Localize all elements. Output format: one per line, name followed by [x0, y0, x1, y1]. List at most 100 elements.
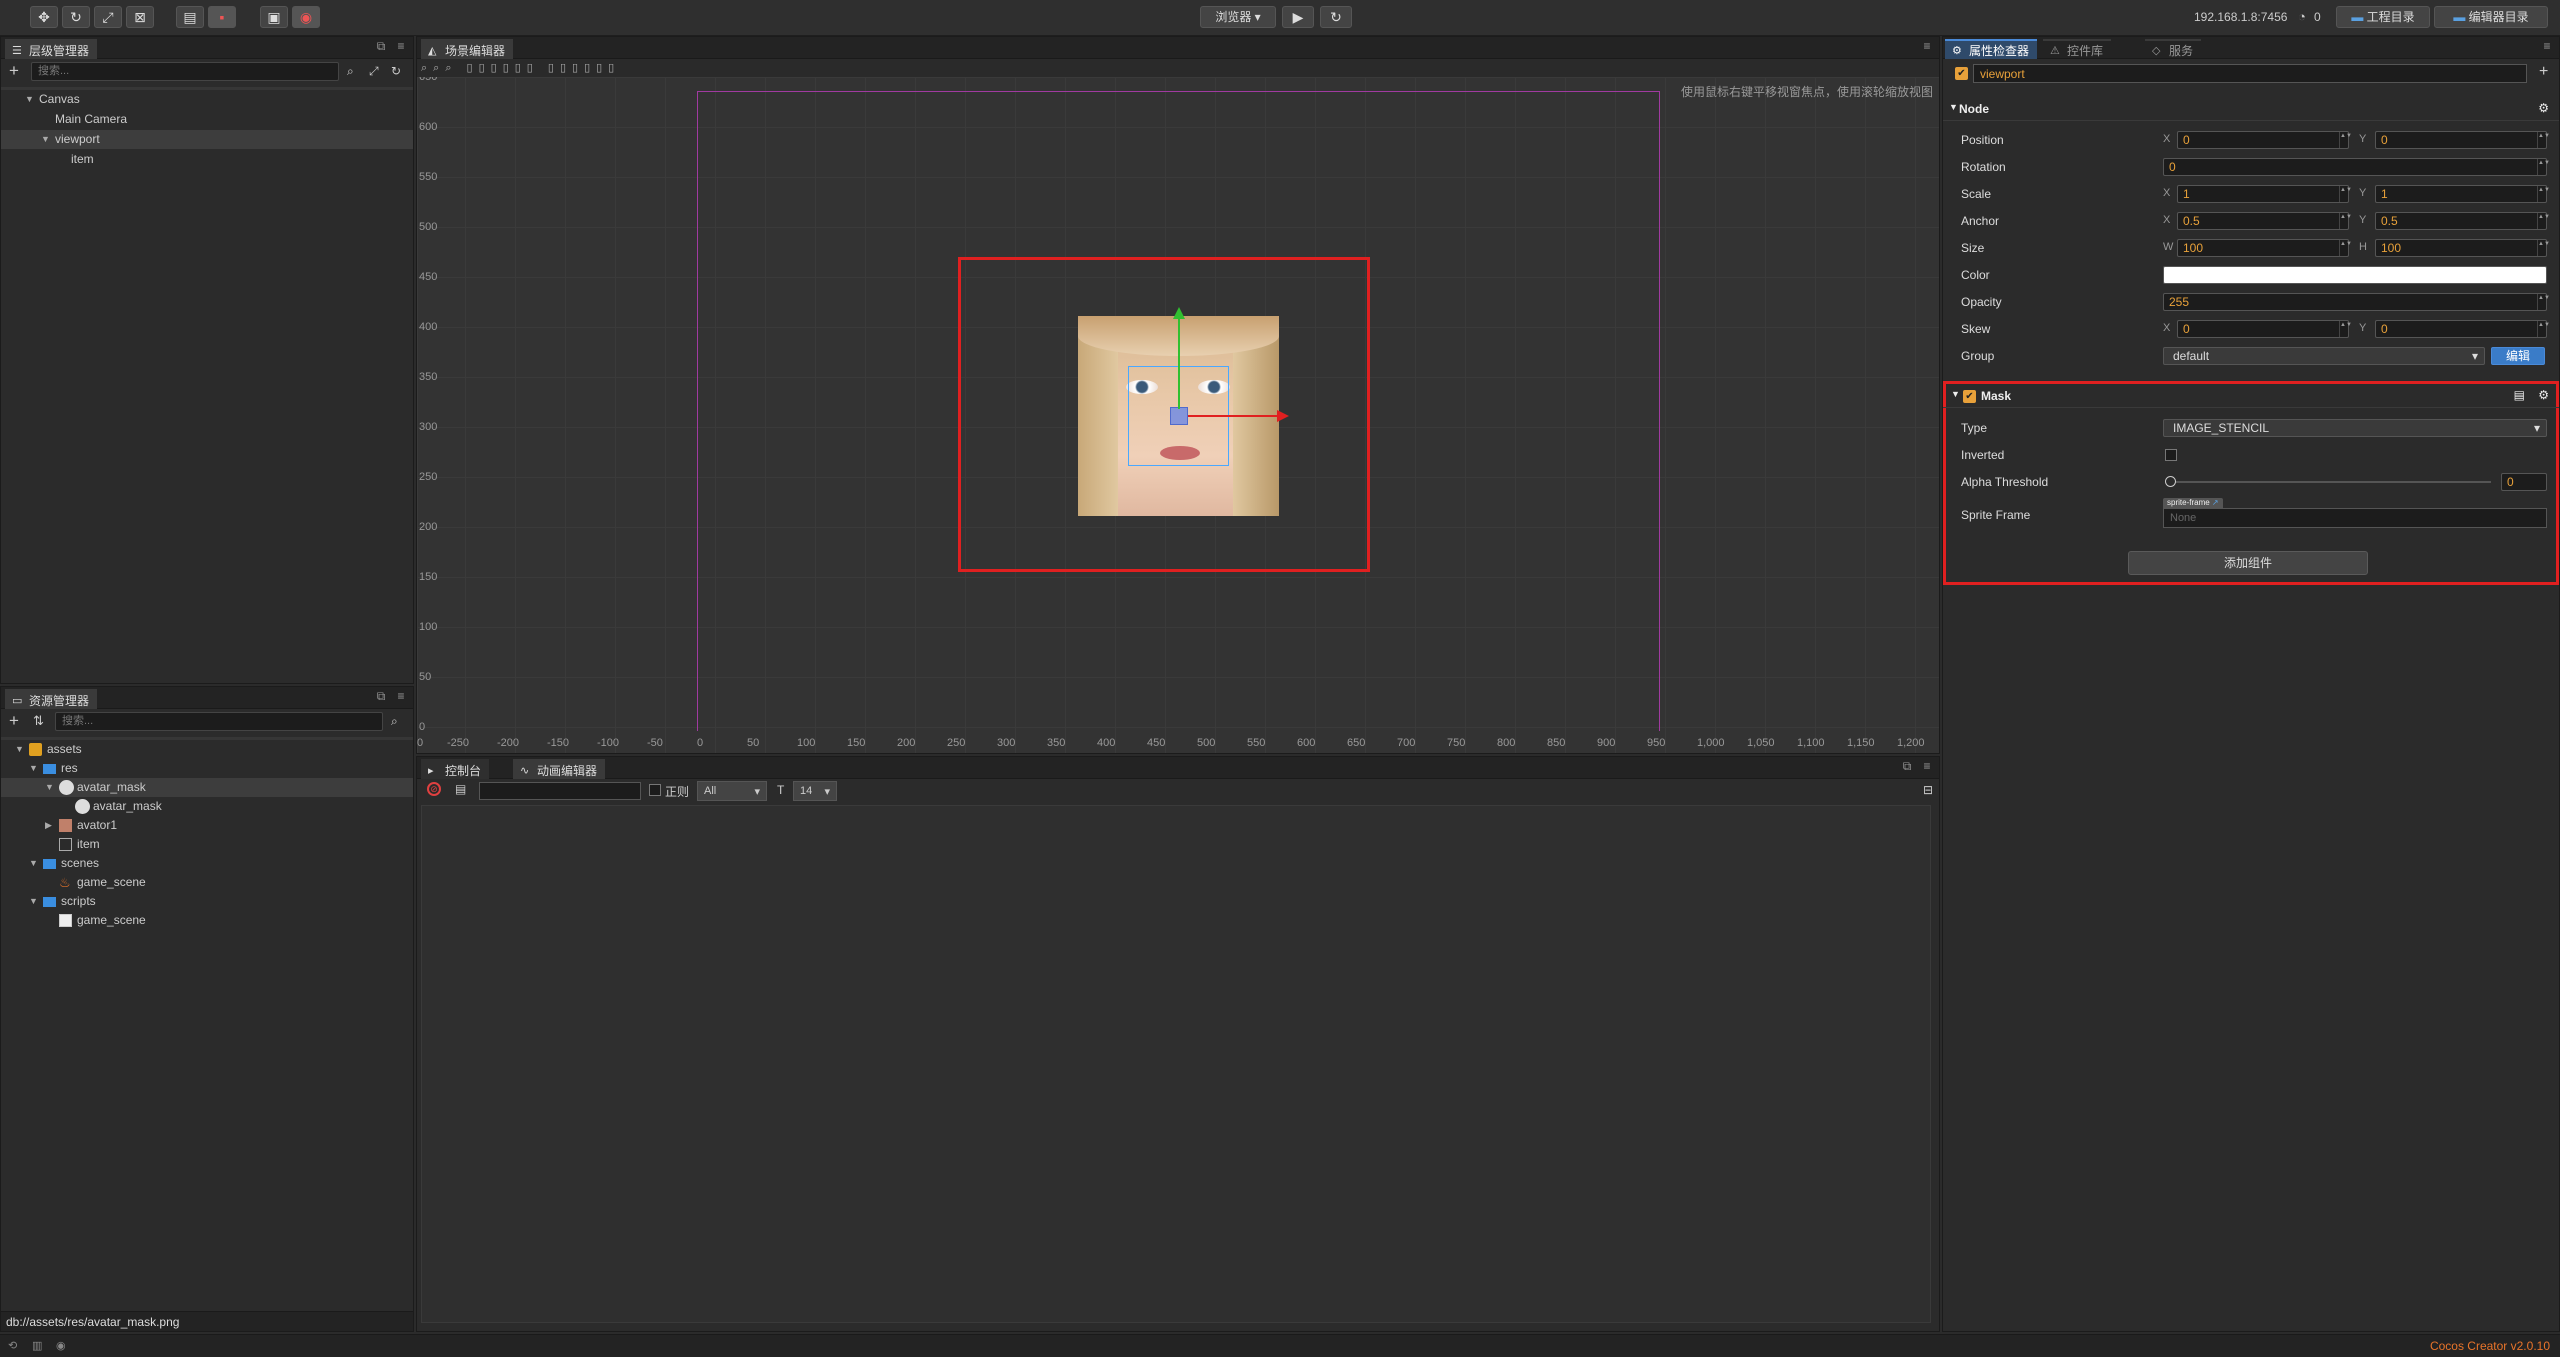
console-log-area[interactable] — [421, 805, 1931, 1323]
add-icon[interactable]: + — [2539, 63, 2548, 81]
spinner-icon[interactable]: ▲▼ — [2537, 294, 2550, 310]
font-size-select[interactable]: 14 ▾ — [793, 781, 837, 801]
global-coord-icon[interactable]: ▪ — [208, 6, 236, 28]
mask-type-select[interactable]: IMAGE_STENCIL ▾ — [2163, 419, 2547, 437]
tab-widgets[interactable]: ⚠ 控件库 — [2043, 39, 2112, 59]
chevron-down-icon[interactable]: ▼ — [29, 854, 41, 873]
play-button[interactable]: ▶ — [1282, 6, 1314, 28]
spinner-icon[interactable]: ▲▼ — [2537, 159, 2550, 175]
anchor-y-input[interactable]: 0.5 ▲▼ — [2375, 212, 2550, 230]
tree-item-avatar-mask[interactable]: ▼ avatar_mask — [1, 778, 413, 797]
spinner-icon[interactable]: ▲▼ — [2537, 321, 2550, 337]
color-picker[interactable] — [2163, 266, 2547, 284]
menu-icon[interactable]: ≡ — [393, 39, 409, 57]
x-axis-gizmo[interactable] — [1188, 415, 1278, 417]
move-gizmo-center[interactable] — [1170, 407, 1188, 425]
size-h-input[interactable]: 100 ▲▼ — [2375, 239, 2550, 257]
add-asset-button[interactable]: + — [9, 711, 19, 731]
console-filter-input[interactable] — [479, 782, 641, 800]
rotation-input[interactable]: 0 ▲▼ — [2163, 158, 2550, 176]
search-icon[interactable]: ⌕ — [347, 64, 354, 79]
group-edit-button[interactable]: 编辑 — [2491, 347, 2545, 365]
tab-hierarchy[interactable]: ☰ 层级管理器 — [5, 39, 98, 59]
tree-item-scripts[interactable]: ▼ scripts — [1, 892, 413, 911]
spinner-icon[interactable]: ▲▼ — [2339, 213, 2352, 229]
scale-tool-icon[interactable]: ⤢ — [94, 6, 122, 28]
menu-icon[interactable]: ≡ — [2539, 39, 2555, 57]
tree-item-item-prefab[interactable]: item — [1, 835, 413, 854]
regex-checkbox[interactable] — [649, 784, 661, 796]
search-icon[interactable]: ⌕ — [391, 714, 398, 729]
node-section-header[interactable]: ▼ Node ⚙ — [1943, 99, 2559, 121]
tree-item-avator1[interactable]: ▶ avator1 — [1, 816, 413, 835]
skew-x-input[interactable]: 0 ▲▼ — [2177, 320, 2352, 338]
link-icon[interactable]: ↗ — [2212, 498, 2219, 507]
chevron-down-icon[interactable]: ▼ — [29, 759, 41, 778]
scale-y-input[interactable]: 1 ▲▼ — [2375, 185, 2550, 203]
chevron-down-icon[interactable]: ▼ — [41, 130, 53, 149]
sort-icon[interactable]: ⇅ — [33, 713, 44, 729]
tree-item-scenes[interactable]: ▼ scenes — [1, 854, 413, 873]
menu-icon[interactable]: ≡ — [1919, 39, 1935, 57]
expand-icon[interactable]: ⤢ — [369, 64, 379, 79]
book-icon[interactable]: ▤ — [2514, 388, 2525, 402]
popout-icon[interactable]: ⧉ — [373, 39, 389, 57]
center-icon[interactable]: ◉ — [292, 6, 320, 28]
spinner-icon[interactable]: ▲▼ — [2537, 240, 2550, 256]
sprite-frame-input[interactable]: None — [2163, 508, 2547, 528]
position-x-input[interactable]: 0 ▲▼ — [2177, 131, 2352, 149]
chevron-down-icon[interactable]: ▼ — [25, 90, 37, 109]
popout-icon[interactable]: ⧉ — [1899, 759, 1915, 777]
skew-y-input[interactable]: 0 ▲▼ — [2375, 320, 2550, 338]
chevron-right-icon[interactable]: ▶ — [45, 816, 57, 835]
chevron-down-icon[interactable]: ▼ — [15, 740, 27, 759]
open-log-icon[interactable]: ▤ — [455, 782, 466, 796]
rect-tool-icon[interactable]: ⊠ — [126, 6, 154, 28]
clear-icon[interactable]: ⊘ — [427, 782, 441, 796]
anchor-x-input[interactable]: 0.5 ▲▼ — [2177, 212, 2352, 230]
chevron-down-icon[interactable]: ▼ — [45, 778, 57, 797]
spinner-icon[interactable]: ▲▼ — [2339, 186, 2352, 202]
tab-animation[interactable]: ∿ 动画编辑器 — [513, 759, 606, 779]
scale-x-input[interactable]: 1 ▲▼ — [2177, 185, 2352, 203]
menu-icon[interactable]: ≡ — [393, 689, 409, 707]
spinner-icon[interactable]: ▲▼ — [2537, 132, 2550, 148]
position-y-input[interactable]: 0 ▲▼ — [2375, 131, 2550, 149]
log-level-select[interactable]: All ▾ — [697, 781, 767, 801]
y-axis-gizmo[interactable] — [1178, 317, 1180, 409]
tab-inspector[interactable]: ⚙ 属性检查器 — [1945, 39, 2038, 59]
pivot-icon[interactable]: ▣ — [260, 6, 288, 28]
node-active-checkbox[interactable]: ✔ — [1955, 67, 1968, 80]
chevron-down-icon[interactable]: ▼ — [29, 892, 41, 911]
group-select[interactable]: default ▾ — [2163, 347, 2485, 365]
alpha-threshold-slider-handle[interactable] — [2165, 476, 2176, 487]
spinner-icon[interactable]: ▲▼ — [2339, 240, 2352, 256]
tree-item-viewport[interactable]: ▼ viewport — [1, 130, 413, 149]
menu-icon[interactable]: ≡ — [1919, 759, 1935, 777]
node-name-input[interactable]: viewport — [1973, 64, 2527, 83]
tab-assets[interactable]: ▭ 资源管理器 — [5, 689, 98, 709]
add-node-button[interactable]: + — [9, 61, 19, 81]
gear-icon[interactable]: ⚙ — [2538, 388, 2549, 402]
tree-item-assets[interactable]: ▼ assets — [1, 740, 413, 759]
tab-scene-editor[interactable]: ◭ 场景编辑器 — [421, 39, 514, 59]
preview-platform-select[interactable]: 浏览器 ▾ — [1200, 6, 1276, 28]
size-w-input[interactable]: 100 ▲▼ — [2177, 239, 2352, 257]
log-icon[interactable]: ⟲ — [8, 1339, 17, 1352]
tab-services[interactable]: ◇ 服务 — [2145, 39, 2202, 59]
rotate-tool-icon[interactable]: ↻ — [62, 6, 90, 28]
tree-item-game-scene-script[interactable]: game_scene — [1, 911, 413, 930]
opacity-input[interactable]: 255 ▲▼ — [2163, 293, 2550, 311]
alpha-threshold-slider-track[interactable] — [2171, 481, 2491, 483]
tree-item-canvas[interactable]: ▼ Canvas — [1, 90, 413, 109]
spinner-icon[interactable]: ▲▼ — [2537, 213, 2550, 229]
trash-icon[interactable]: ▥ — [32, 1339, 42, 1352]
spinner-icon[interactable]: ▲▼ — [2339, 321, 2352, 337]
editor-dir-button[interactable]: ▬ 编辑器目录 — [2434, 6, 2548, 28]
mask-section-header[interactable]: ▼ ✔ Mask ▤ ⚙ — [1943, 386, 2559, 408]
tree-item-main-camera[interactable]: Main Camera — [1, 110, 413, 129]
alpha-threshold-input[interactable]: 0 — [2501, 473, 2547, 491]
scene-align-toolbar[interactable]: ⌕⌕⌕ ▯▯▯▯▯▯ ▯▯▯▯▯▯ — [417, 59, 1939, 77]
mask-enabled-checkbox[interactable]: ✔ — [1963, 390, 1976, 403]
eye-icon[interactable]: ◉ — [56, 1339, 66, 1352]
